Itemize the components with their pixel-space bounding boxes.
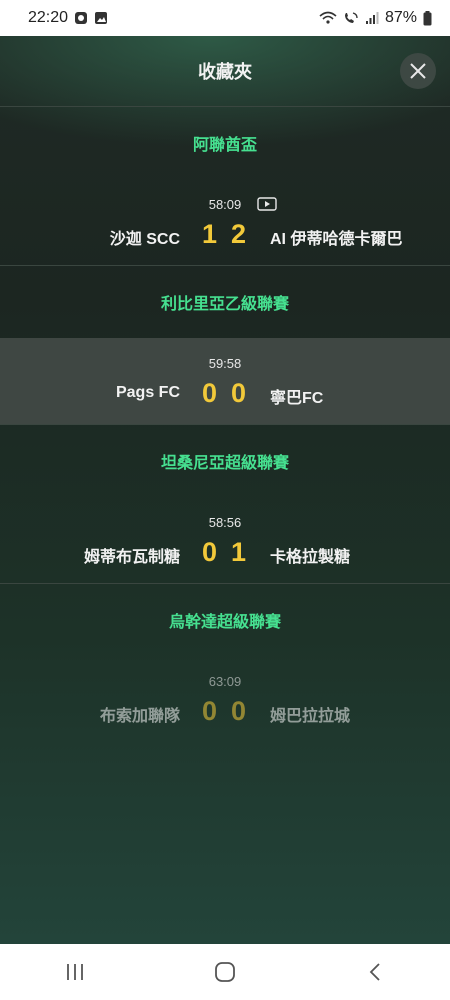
home-team: 布索加聯隊 — [99, 708, 180, 725]
match-time: 63:09 — [208, 674, 242, 689]
league-name: 烏幹達超級聯賽 — [168, 614, 281, 631]
league-header: 利比里亞乙級聯賽 — [0, 266, 450, 338]
away-score: 0 — [231, 378, 247, 408]
away-score: 0 — [231, 696, 247, 726]
close-icon — [410, 63, 426, 79]
match-row[interactable]: 63:09 布索加聯隊 0 0 姆巴拉拉城 — [0, 656, 450, 742]
back-icon — [369, 963, 380, 981]
league-name: 坦桑尼亞超級聯賽 — [160, 455, 289, 472]
home-button[interactable] — [195, 952, 255, 992]
volte-icon — [343, 11, 359, 25]
match-time: 58:09 — [208, 197, 242, 212]
home-team: 姆蒂布瓦制糖 — [83, 549, 180, 566]
home-team: Pags FC — [115, 384, 180, 401]
status-bar: 22:20 87% — [0, 0, 450, 36]
battery-percent: 87% — [384, 9, 417, 26]
away-team: 姆巴拉拉城 — [270, 708, 351, 725]
league-name: 阿聯酋盃 — [192, 137, 257, 154]
away-team: 寧巴FC — [270, 390, 324, 407]
wifi-call-icon — [319, 11, 337, 25]
league-header: 坦桑尼亞超級聯賽 — [0, 425, 450, 497]
away-team: 卡格拉製糖 — [270, 549, 351, 566]
notification-icon — [74, 11, 88, 25]
away-score: 2 — [231, 219, 247, 249]
status-time: 22:20 — [28, 9, 69, 26]
signal-icon — [365, 11, 379, 25]
close-button[interactable] — [400, 53, 436, 89]
recent-apps-button[interactable] — [45, 952, 105, 992]
home-icon — [215, 962, 235, 982]
home-score: 0 — [202, 696, 218, 726]
header: 收藏夾 — [0, 36, 450, 107]
away-score: 1 — [231, 537, 247, 567]
league-header: 阿聯酋盃 — [0, 107, 450, 179]
match-time: 59:58 — [208, 356, 242, 371]
gallery-icon — [94, 11, 108, 25]
match-row[interactable]: 58:56 姆蒂布瓦制糖 0 1 卡格拉製糖 — [0, 497, 450, 584]
home-score: 1 — [202, 219, 218, 249]
home-score: 0 — [202, 378, 218, 408]
back-button[interactable] — [345, 952, 405, 992]
match-time: 58:56 — [208, 515, 242, 530]
video-icon[interactable] — [257, 197, 277, 214]
system-nav-bar — [0, 944, 450, 1000]
league-name: 利比里亞乙級聯賽 — [160, 296, 289, 313]
recent-apps-icon — [67, 964, 83, 980]
match-row[interactable]: 58:09 沙迦 SCC 1 2 AI 伊蒂哈德卡爾巴 — [0, 179, 450, 266]
away-team: AI 伊蒂哈德卡爾巴 — [270, 231, 403, 248]
match-row[interactable]: 59:58 Pags FC 0 0 寧巴FC — [0, 338, 450, 425]
home-score: 0 — [202, 537, 218, 567]
home-team: 沙迦 SCC — [109, 231, 180, 248]
league-header: 烏幹達超級聯賽 — [0, 584, 450, 656]
page-title: 收藏夾 — [198, 62, 252, 82]
battery-icon — [423, 10, 432, 26]
favorites-screen: 收藏夾 阿聯酋盃 58:09 沙迦 SCC 1 2 AI 伊蒂哈德卡爾巴 利比里… — [0, 36, 450, 944]
